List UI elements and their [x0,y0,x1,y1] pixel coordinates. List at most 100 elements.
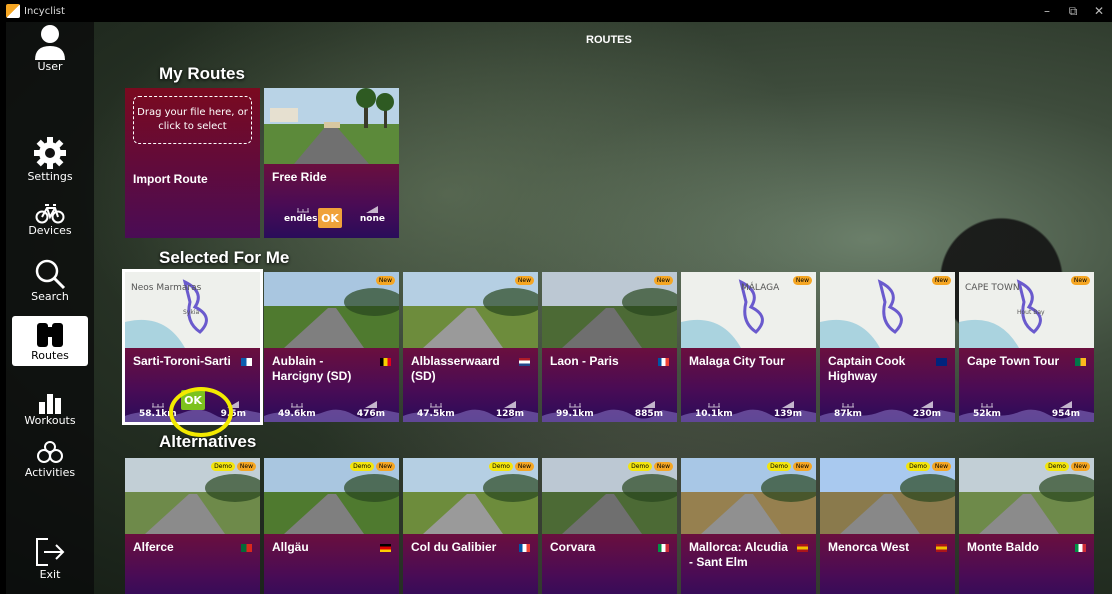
file-dropzone[interactable]: Drag your file here, or click to select [133,96,252,144]
route-card[interactable]: Demo New Menorca West [820,458,955,594]
map-label: Neos Marmaras [131,283,202,293]
new-badge: New [514,276,534,285]
new-badge: New [1070,462,1090,471]
bar-chart-icon [39,394,61,414]
app-title: Incyclist [24,5,65,17]
sidebar-item-user[interactable]: User [12,24,88,88]
route-thumbnail: Demo New [959,458,1094,534]
badges: New [375,276,395,285]
route-name: Laon - Paris [550,354,619,368]
ok-button[interactable]: OK [318,208,342,228]
route-card[interactable]: Demo New Monte Baldo [959,458,1094,594]
route-thumbnail: Neos Marmaras Sykia [125,272,260,348]
section-selected-heading: Selected For Me [159,248,290,267]
sidebar: User Settings Devices Search Routes Work… [6,22,94,594]
route-card[interactable]: New Alblasserwaard (SD) 47.5km 128m [403,272,538,422]
demo-badge: Demo [489,462,513,471]
close-button[interactable]: ✕ [1086,0,1112,22]
sidebar-item-settings[interactable]: Settings [12,136,88,192]
distance-value: 52km [973,401,1001,419]
greece-flag-icon [241,358,252,366]
route-thumbnail: CAPE TOWN Hout Bay New [959,272,1094,348]
sidebar-item-label: Search [31,290,69,303]
route-card[interactable]: MÁLAGA New Malaga City Tour 10.1km 139m [681,272,816,422]
route-card[interactable]: Demo New Mallorca: Alcudia - Sant Elm [681,458,816,594]
sidebar-item-label: Exit [39,568,61,581]
route-card[interactable]: CAPE TOWN Hout Bay New Cape Town Tour 52km 95… [959,272,1094,422]
sidebar-item-exit[interactable]: Exit [12,536,88,588]
route-name: Sarti-Toroni-Sarti [133,354,231,368]
distance-value: 10.1km [695,401,733,419]
elevation-value: 230m [913,401,941,419]
route-thumbnail: Demo New [681,458,816,534]
new-badge: New [653,462,673,471]
card-info: Cape Town Tour 52km 954m [959,348,1094,422]
route-card[interactable]: New Laon - Paris 99.1km 885m [542,272,677,422]
restore-button[interactable]: ⧉ [1060,0,1086,22]
sidebar-item-label: User [37,60,63,73]
new-badge: New [236,462,256,471]
route-thumbnail: New [403,272,538,348]
distance-icon [290,403,303,408]
route-name: Mallorca: Alcudia - Sant Elm [689,540,788,569]
route-stats: 99.1km 885m [542,397,677,419]
demo-badge: Demo [767,462,791,471]
route-card[interactable]: New Aublain - Harcigny (SD) 49.6km 476m [264,272,399,422]
sidebar-item-workouts[interactable]: Workouts [12,392,88,434]
binoculars-icon [37,323,63,347]
section-alternatives-heading: Alternatives [159,432,257,451]
route-card[interactable]: Demo New Allgäu [264,458,399,594]
elevation-value: 128m [496,401,524,419]
route-name: Monte Baldo [967,540,1039,554]
route-thumbnail: New [264,272,399,348]
distance-value: 87km [834,401,862,419]
germany-flag-icon [380,544,391,552]
bicycle-icon [35,204,65,224]
route-thumbnail: Demo New [264,458,399,534]
route-name: Malaga City Tour [689,354,785,368]
sidebar-item-activities[interactable]: Activities [12,440,88,486]
route-map-image: Neos Marmaras Sykia [125,272,260,348]
demo-badge: Demo [906,462,930,471]
elevation-icon [642,401,655,408]
new-badge: New [792,462,812,471]
card-info: Menorca West [820,534,955,594]
import-route-card[interactable]: Drag your file here, or click to select … [125,88,260,238]
card-info: Alblasserwaard (SD) 47.5km 128m [403,348,538,422]
gear-icon [34,137,66,169]
italy-flag-icon [658,544,669,552]
south-africa-flag-icon [1075,358,1086,366]
distance-icon [151,403,164,408]
map-label: Sykia [183,309,200,316]
badges: New [792,276,812,285]
minimize-button[interactable]: – [1034,0,1060,22]
demo-badge: Demo [628,462,652,471]
distance-icon [568,403,581,408]
route-name: Captain Cook Highway [828,354,906,383]
app-logo-icon [6,4,20,18]
new-badge: New [1070,276,1090,285]
route-stats: 49.6km 476m [264,397,399,419]
sidebar-item-routes[interactable]: Routes [12,316,88,366]
demo-badge: Demo [1045,462,1069,471]
route-card[interactable]: New Captain Cook Highway 87km 230m [820,272,955,422]
australia-flag-icon [936,358,947,366]
sidebar-item-devices[interactable]: Devices [12,202,88,248]
sidebar-item-label: Workouts [24,414,76,427]
route-thumbnail: Demo New [542,458,677,534]
route-card[interactable]: Demo New Col du Galibier [403,458,538,594]
elevation-value: 954m [1052,401,1080,419]
route-card[interactable]: Demo New Alferce [125,458,260,594]
window-controls: – ⧉ ✕ [1034,0,1112,22]
sidebar-item-search[interactable]: Search [12,258,88,308]
route-stats: 87km 230m [820,397,955,419]
route-thumbnail: New [820,272,955,348]
free-ride-card[interactable]: Free Ride endless none OK [264,88,399,238]
distance-value: 99.1km [556,401,594,419]
elevation-value: 885m [635,401,663,419]
route-card[interactable]: Demo New Corvara [542,458,677,594]
portugal-flag-icon [241,544,252,552]
route-stats: 10.1km 139m [681,397,816,419]
route-thumbnail: MÁLAGA New [681,272,816,348]
badges: Demo New [350,462,395,471]
